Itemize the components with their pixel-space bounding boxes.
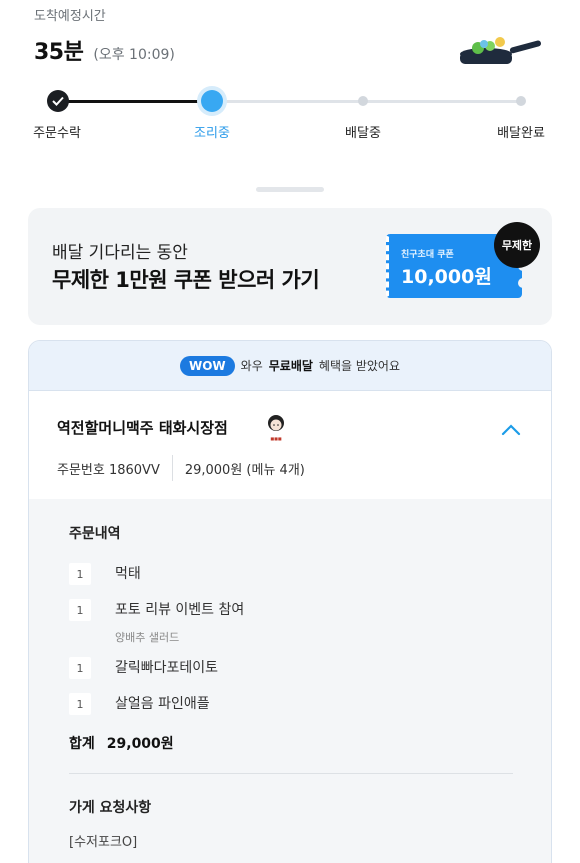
order-details-title: 주문내역 [69,526,121,542]
item-name: 살얼음 파인애플 [115,696,210,712]
banner-title: 무제한 1만원 쿠폰 받으러 가기 [52,268,320,292]
coupon-label: 친구초대 쿠폰 [401,250,454,260]
step-label-delivering: 배달중 [345,126,381,141]
item-name: 갈릭빠다포테이토 [115,660,219,676]
eta-minutes: 35분 [34,40,84,65]
store-request-title: 가게 요청사항 [69,800,152,816]
item-qty: 1 [69,657,91,679]
store-logo-icon: ■■■ [266,415,286,441]
list-item: 1 먹태 [69,563,141,585]
order-card: WOW 와우 무료배달 혜택을 받았어요 역전할머니맥주 태화시장점 ■■■ 주… [28,340,552,863]
progress-track-done [58,100,212,103]
item-qty: 1 [69,693,91,715]
order-number: 주문번호 1860VV [57,462,160,478]
step-done-check-icon [47,90,69,112]
chevron-up-icon[interactable] [499,421,523,439]
coupon-banner[interactable]: 배달 기다리는 동안 무제한 1만원 쿠폰 받으러 가기 친구초대 쿠폰 10,… [28,208,552,325]
step-active-dot [201,90,223,112]
frying-pan-icon [460,37,542,64]
order-detail-panel: 주문내역 1 먹태 1 포토 리뷰 이벤트 참여 양배추 샐러드 1 갈릭빠다포… [29,499,551,863]
wow-benefit-bar: WOW 와우 무료배달 혜택을 받았어요 [29,341,551,391]
item-qty: 1 [69,599,91,621]
drag-handle[interactable] [256,187,324,192]
meta-divider [171,455,173,481]
banner-subtitle: 배달 기다리는 동안 [52,243,188,263]
step-label-delivered: 배달완료 [497,126,545,141]
wow-badge: WOW [179,355,235,376]
step-todo-dot [516,96,526,106]
svg-text:■■■: ■■■ [270,436,282,441]
wow-text-suffix: 혜택을 받았어요 [318,359,401,373]
unlimited-badge: 무제한 [494,222,540,268]
item-name: 포토 리뷰 이벤트 참여 [115,602,245,618]
order-progress: 주문수락 조리중 배달중 배달완료 [0,88,580,148]
order-meta: 주문번호 1860VV 29,000원 (메뉴 4개) [57,455,305,481]
order-price-summary: 29,000원 (메뉴 4개) [184,462,305,478]
eta-row: 35분 (오후 10:09) [34,34,175,66]
item-name: 먹태 [115,566,141,582]
eta-time: (오후 10:09) [93,47,175,63]
wow-text-bold: 무료배달 [268,359,313,373]
step-todo-dot [358,96,368,106]
store-request-value: [수저포크O] [69,835,138,850]
item-option: 양배추 샐러드 [115,631,180,644]
list-item: 1 갈릭빠다포테이토 [69,657,218,679]
list-item: 1 살얼음 파인애플 [69,693,210,715]
list-item: 1 포토 리뷰 이벤트 참여 [69,599,244,621]
total-value: 29,000원 [106,736,174,752]
order-total: 합계 29,000원 [69,733,174,753]
wow-text-prefix: 와우 [240,359,263,373]
coupon-amount: 10,000원 [401,266,492,288]
eta-label: 도착예정시간 [34,9,106,24]
step-label-accepted: 주문수락 [33,126,81,141]
step-label-cooking: 조리중 [194,126,230,141]
item-qty: 1 [69,563,91,585]
total-label: 합계 [69,736,95,752]
section-divider [69,773,513,774]
store-name[interactable]: 역전할머니맥주 태화시장점 [57,417,228,438]
